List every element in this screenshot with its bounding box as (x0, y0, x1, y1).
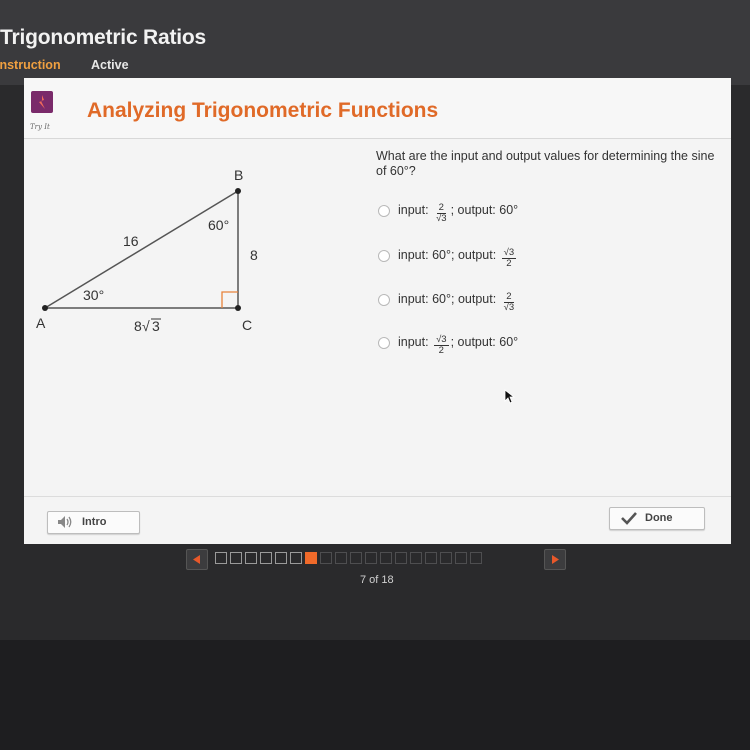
svg-text:√: √ (142, 318, 150, 334)
radio-button[interactable] (378, 205, 390, 217)
try-it-icon (31, 91, 53, 113)
arrow-right-icon (552, 555, 559, 564)
vertex-c-label: C (242, 317, 252, 333)
side-bc-label: 8 (250, 247, 258, 263)
course-header: Trigonometric Ratios Instruction Active (0, 0, 750, 85)
page-indicator[interactable] (275, 552, 287, 564)
vertex-a-dot (42, 305, 48, 311)
intro-label: Intro (82, 516, 107, 528)
vertex-b-dot (235, 188, 241, 194)
radio-button[interactable] (378, 250, 390, 262)
page-indicator[interactable] (365, 552, 377, 564)
previous-page-button[interactable] (186, 549, 208, 570)
try-it-label: Try It (30, 123, 50, 131)
arrow-left-icon (193, 555, 200, 564)
tab-active[interactable]: Active (91, 58, 129, 72)
page-count: 7 of 18 (360, 574, 394, 586)
fraction: √3 2 (501, 246, 517, 269)
footer-divider (24, 496, 731, 497)
page-indicator[interactable] (425, 552, 437, 564)
lesson-panel: Try It Analyzing Trigonometric Functions… (24, 78, 731, 544)
page-indicator[interactable] (380, 552, 392, 564)
side-ab (44, 190, 239, 309)
page-indicator[interactable] (290, 552, 302, 564)
page-indicators (215, 552, 482, 564)
lesson-header: Try It Analyzing Trigonometric Functions (24, 78, 731, 139)
page-indicator-current[interactable] (305, 552, 317, 564)
right-angle-marker (221, 291, 238, 308)
lesson-title: Analyzing Trigonometric Functions (87, 99, 439, 122)
course-title: Trigonometric Ratios (0, 26, 207, 49)
monitor-bezel (0, 640, 750, 750)
fraction: 2 √3 (503, 290, 515, 313)
page-indicator[interactable] (320, 552, 332, 564)
done-button[interactable]: Done (609, 507, 705, 530)
page-indicator[interactable] (470, 552, 482, 564)
angle-a-label: 30° (83, 287, 104, 303)
speaker-icon (58, 516, 72, 528)
vertex-a-label: A (36, 315, 46, 331)
triangle-diagram: A B C 30° 60° 16 8 8 √ 3 (36, 167, 258, 334)
page-indicator[interactable] (260, 552, 272, 564)
intro-button[interactable]: Intro (47, 511, 140, 534)
next-page-button[interactable] (544, 549, 566, 570)
side-ac-label: 8 √ 3 (134, 318, 161, 334)
page-indicator[interactable] (230, 552, 242, 564)
fraction: √3 2 (434, 333, 449, 356)
radio-button[interactable] (378, 294, 390, 306)
vertex-b-label: B (234, 167, 243, 183)
question-text: What are the input and output values for… (376, 149, 715, 178)
vertex-c-dot (235, 305, 241, 311)
mouse-cursor-icon (504, 389, 516, 404)
side-ab-label: 16 (123, 233, 139, 249)
svg-text:8: 8 (134, 318, 142, 334)
page-indicator[interactable] (395, 552, 407, 564)
checkmark-icon (621, 512, 637, 525)
page-indicator[interactable] (455, 552, 467, 564)
angle-b-label: 60° (208, 217, 229, 233)
page-indicator[interactable] (215, 552, 227, 564)
page-indicator[interactable] (350, 552, 362, 564)
done-label: Done (645, 512, 673, 524)
tab-instruction[interactable]: Instruction (0, 58, 61, 72)
fraction: 2 √3 (436, 201, 447, 224)
page-indicator[interactable] (335, 552, 347, 564)
page-indicator[interactable] (410, 552, 422, 564)
page-indicator[interactable] (245, 552, 257, 564)
svg-text:3: 3 (152, 318, 160, 334)
radio-button[interactable] (378, 337, 390, 349)
page-indicator[interactable] (440, 552, 452, 564)
